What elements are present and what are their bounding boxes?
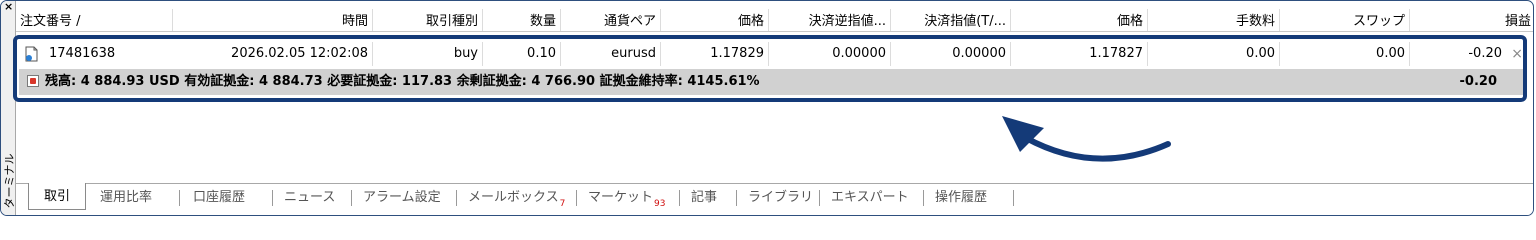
market-count-badge: 93 (654, 199, 666, 209)
tab-exposure-label: 運用比率 (100, 190, 153, 205)
column-header-swap[interactable]: スワップ (1280, 9, 1410, 31)
column-header-type[interactable]: 取引種別 (373, 9, 483, 31)
tab-alerts-label: アラーム設定 (363, 190, 441, 205)
balance-summary-text: 残高: 4 884.93 USD 有効証拠金: 4 884.73 必要証拠金: … (45, 74, 760, 89)
order-time: 2026.02.05 12:02:08 (173, 42, 373, 66)
close-terminal-button[interactable]: × (4, 1, 13, 13)
order-current-price: 1.17827 (1011, 42, 1148, 66)
tab-news[interactable]: ニュース (278, 186, 341, 210)
tab-separator (456, 190, 457, 206)
terminal-tab-bar: 取引 運用比率 口座履歴 ニュース アラーム設定 メールボックス7 マーケット9… (16, 183, 1533, 215)
mailbox-count-badge: 7 (559, 199, 566, 209)
column-header-row: 注文番号 / 時間 取引種別 数量 通貨ペア 価格 決済逆指値... 決済指値(… (16, 9, 1533, 32)
order-row[interactable]: 17481638 2026.02.05 12:02:08 buy 0.10 eu… (19, 42, 1527, 66)
balance-total-profit: -0.20 (1459, 74, 1497, 89)
tab-journal-label: 操作履歴 (935, 190, 988, 205)
tab-journal[interactable]: 操作履歴 (929, 186, 993, 210)
tab-market-label: マーケット (588, 190, 654, 205)
order-profit: -0.20 (1468, 46, 1502, 61)
terminal-side-strip: × ターミナル (1, 1, 16, 215)
tab-alerts[interactable]: アラーム設定 (357, 186, 447, 210)
tab-separator (351, 190, 352, 206)
tab-articles-label: 記事 (691, 190, 718, 205)
tab-experts[interactable]: エキスパート (825, 186, 915, 210)
tab-separator (679, 190, 680, 206)
column-header-time[interactable]: 時間 (173, 9, 373, 31)
order-volume: 0.10 (483, 42, 561, 66)
tab-mailbox[interactable]: メールボックス7 (462, 186, 571, 210)
tab-articles[interactable]: 記事 (685, 186, 723, 210)
terminal-window: × ターミナル 注文番号 / 時間 取引種別 数量 通貨ペア 価格 決済逆指値.… (0, 0, 1534, 216)
tab-separator (272, 190, 273, 206)
tab-library[interactable]: ライブラリ (742, 186, 819, 210)
tab-experts-label: エキスパート (831, 190, 909, 205)
column-header-profit[interactable]: 損益 (1410, 9, 1533, 31)
curved-arrow-icon (1002, 116, 1171, 162)
tab-library-label: ライブラリ (748, 190, 814, 205)
tab-trade-label: 取引 (43, 189, 70, 204)
order-take-profit[interactable]: 0.00000 (891, 42, 1011, 66)
order-symbol: eurusd (561, 42, 661, 66)
tab-separator (923, 190, 924, 206)
tab-exposure[interactable]: 運用比率 (94, 186, 158, 210)
order-ticket: 17481638 (49, 46, 116, 61)
document-icon (25, 46, 38, 62)
order-type: buy (373, 42, 483, 66)
column-header-symbol[interactable]: 通貨ペア (561, 9, 661, 31)
terminal-side-label[interactable]: ターミナル (2, 149, 16, 213)
tab-separator (576, 190, 577, 206)
tab-mailbox-label: メールボックス (468, 190, 559, 205)
column-header-ticket[interactable]: 注文番号 / (16, 9, 173, 31)
tab-separator (179, 190, 180, 206)
column-header-current-price[interactable]: 価格 (1011, 9, 1148, 31)
tab-account-history[interactable]: 口座履歴 (187, 186, 251, 210)
close-order-icon[interactable]: × (1511, 42, 1523, 66)
tab-market[interactable]: マーケット93 (582, 186, 671, 210)
column-header-take-profit[interactable]: 決済指値(T/... (891, 9, 1011, 31)
column-header-volume[interactable]: 数量 (483, 9, 561, 31)
column-header-commission[interactable]: 手数料 (1148, 9, 1280, 31)
terminal-side-label-text: ターミナル (3, 153, 16, 209)
tab-trade[interactable]: 取引 (28, 183, 86, 210)
order-swap: 0.00 (1280, 42, 1410, 66)
order-commission: 0.00 (1148, 42, 1280, 66)
tab-account-history-label: 口座履歴 (193, 190, 246, 205)
tab-separator (1013, 190, 1014, 206)
column-header-open-price[interactable]: 価格 (661, 9, 769, 31)
balance-summary-row: 残高: 4 884.93 USD 有効証拠金: 4 884.73 必要証拠金: … (19, 69, 1527, 95)
order-stop-loss[interactable]: 0.00000 (769, 42, 891, 66)
tab-separator (736, 190, 737, 206)
tab-separator (819, 190, 820, 206)
column-header-stop-loss[interactable]: 決済逆指値... (769, 9, 891, 31)
down-arrow-icon (27, 75, 39, 87)
tab-news-label: ニュース (284, 190, 336, 205)
order-open-price: 1.17829 (661, 42, 769, 66)
